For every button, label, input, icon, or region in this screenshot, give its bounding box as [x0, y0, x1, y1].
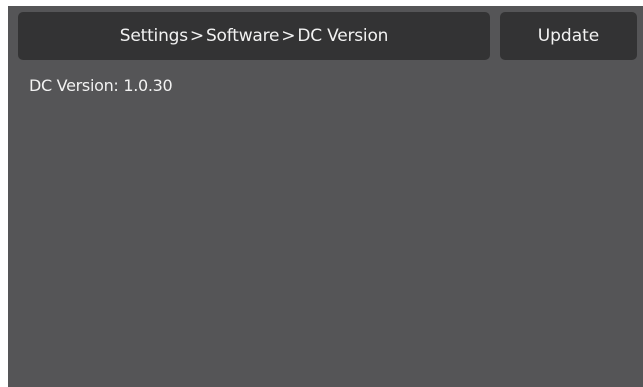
breadcrumb-item-dc-version: DC Version — [297, 26, 389, 46]
dc-version-value: 1.0.30 — [123, 76, 173, 95]
settings-screen: Settings > Software > DC Version Update … — [8, 6, 643, 387]
dc-version-info: DC Version: 1.0.30 — [29, 76, 173, 95]
update-button-label: Update — [537, 26, 600, 46]
update-button[interactable]: Update — [500, 12, 637, 60]
breadcrumb: Settings > Software > DC Version — [18, 12, 490, 60]
breadcrumb-separator: > — [281, 26, 296, 46]
breadcrumb-separator: > — [189, 26, 204, 46]
dc-version-label: DC Version: — [29, 76, 119, 95]
breadcrumb-item-settings[interactable]: Settings — [120, 26, 188, 46]
breadcrumb-item-software[interactable]: Software — [206, 26, 280, 46]
